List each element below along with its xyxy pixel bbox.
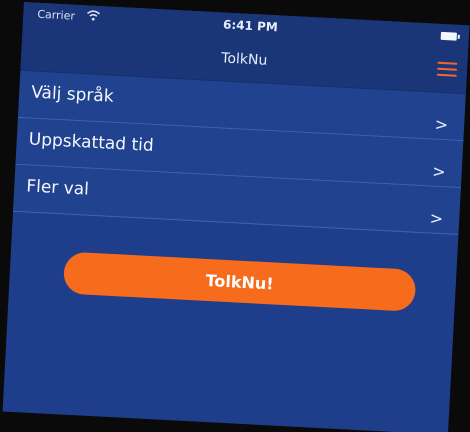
tolknu-button[interactable]: TolkNu! xyxy=(62,251,417,312)
menu-line xyxy=(436,73,457,77)
page-title: TolkNu xyxy=(220,50,268,69)
row-label: Välj språk xyxy=(30,82,115,107)
phone-screen: Carrier 6:41 PM TolkNu Välj språk > Upps… xyxy=(2,2,470,432)
chevron-right-icon: > xyxy=(429,208,444,229)
carrier-label: Carrier xyxy=(37,7,76,23)
wifi-icon xyxy=(87,10,101,21)
status-time: 6:41 PM xyxy=(222,17,279,35)
hamburger-menu-icon[interactable] xyxy=(436,61,458,79)
menu-line xyxy=(437,67,458,71)
row-label: Uppskattad tid xyxy=(28,129,155,156)
battery-icon xyxy=(440,31,457,41)
settings-list: Välj språk > Uppskattad tid > Fler val > xyxy=(13,70,466,236)
menu-line xyxy=(437,61,458,65)
screenshot-stage: Carrier 6:41 PM TolkNu Välj språk > Upps… xyxy=(0,0,470,432)
row-label: Fler val xyxy=(25,176,90,200)
chevron-right-icon: > xyxy=(434,114,449,135)
chevron-right-icon: > xyxy=(431,161,447,182)
